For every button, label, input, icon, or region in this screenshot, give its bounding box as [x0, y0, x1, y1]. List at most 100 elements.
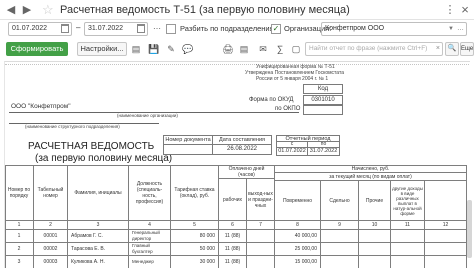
code-header: Код [303, 84, 343, 94]
okud-value: 0301010 [303, 95, 343, 105]
table-row-other-income [391, 243, 425, 256]
table-row-position: Главный бухгалтер [129, 243, 171, 256]
more-vert-icon[interactable]: ⋮ [443, 3, 457, 17]
doc-title-line1: РАСЧЕТНАЯ ВЕДОМОСТЬ [28, 141, 155, 152]
calendar-icon[interactable] [137, 24, 145, 33]
column-number: 11 [391, 221, 425, 230]
table-row-weekend [247, 256, 275, 268]
column-number: 1 [5, 221, 34, 230]
table-row-other [359, 230, 391, 243]
okud-label: Форма по ОКУД [249, 97, 294, 103]
period-select-icon[interactable]: ⋯ [150, 22, 164, 36]
table-row-tabnum: 00003 [34, 256, 68, 268]
column-number: 9 [321, 221, 359, 230]
organization-checkbox[interactable]: ✓ [271, 24, 281, 34]
more-button[interactable]: Еще [460, 42, 474, 56]
favorite-star-icon[interactable]: ☆ [42, 2, 54, 18]
column-number: 5 [171, 221, 219, 230]
table-row-days: 11 (88) [219, 256, 247, 268]
mail-icon[interactable]: ✉ [257, 42, 269, 56]
table-row-num: 1 [5, 230, 34, 243]
table-row-extra [425, 243, 467, 256]
search-input[interactable]: Найти отчет по фразе (нажмите Ctrl+F) × [305, 42, 443, 56]
table-row-name: Абрамов Г. С. [68, 230, 129, 243]
column-number: 3 [68, 221, 129, 230]
date-to-field[interactable]: 31.07.2022 [84, 22, 148, 36]
edit-icon[interactable]: ✎ [165, 42, 177, 56]
expand-icon[interactable]: ▢ [290, 42, 302, 56]
title-bar: ◀ ▶ ☆ Расчетная ведомость Т-51 (за перву… [0, 0, 474, 20]
window-title: Расчетная ведомость Т-51 (за первую поло… [60, 4, 350, 16]
table-row-extra [425, 256, 467, 268]
table-row-piecework [321, 256, 359, 268]
settings-label: Настройки... [80, 44, 124, 53]
organization-field[interactable]: Конфетпром ООО ▼ … [321, 22, 467, 36]
header-num: Номер по порядку [5, 165, 34, 221]
header-accrued: Начислено, руб. [275, 165, 467, 173]
column-number: 7 [247, 221, 275, 230]
forward-arrow-icon[interactable]: ▶ [20, 3, 34, 17]
date-from-field[interactable]: 01.07.2022 [8, 22, 72, 36]
settings-button[interactable]: Настройки... [77, 42, 127, 56]
table-row-rate: 80 000 [171, 230, 219, 243]
print-icon[interactable]: 🖨 [222, 42, 234, 56]
column-number: 10 [359, 221, 391, 230]
table-row-weekend [247, 230, 275, 243]
calendar-icon[interactable] [61, 24, 69, 33]
search-button[interactable]: 🔍 [445, 42, 459, 56]
organization-name: ООО "Конфетпром" [11, 103, 71, 110]
doc-date-value: 26.08.2022 [212, 144, 272, 155]
form-header-line3: России от 5 января 2004 г. № 1 [256, 76, 329, 82]
generate-button[interactable]: Сформировать [6, 42, 68, 56]
table-row-name: Куликова А. Н. [68, 256, 129, 268]
table-row-days: 11 (88) [219, 230, 247, 243]
department-caption: (наименование структурного подразделения… [25, 124, 120, 129]
chevron-down-icon[interactable]: ▼ [448, 23, 454, 35]
by-department-checkbox[interactable] [166, 24, 176, 34]
variants-icon[interactable]: ▤ [130, 42, 142, 56]
table-row-position: Менеджер [129, 256, 171, 268]
back-arrow-icon[interactable]: ◀ [4, 3, 18, 17]
header-name: Фамилия, инициалы [68, 165, 129, 221]
search-placeholder: Найти отчет по фразе (нажмите Ctrl+F) [309, 45, 428, 52]
sum-icon[interactable]: ∑ [274, 42, 286, 56]
header-piecework: Сдельно [321, 181, 359, 221]
organization-select-button[interactable]: … [457, 23, 464, 35]
header-other: Прочие [359, 181, 391, 221]
table-row-days: 11 (88) [219, 243, 247, 256]
header-tabnum: Табельный номер [34, 165, 68, 221]
preview-icon[interactable]: ▤ [238, 42, 250, 56]
header-other-income: другие доходы в виде различных выплат в … [391, 181, 425, 221]
header-workdays: рабочих [219, 179, 247, 221]
table-row-tabnum: 00001 [34, 230, 68, 243]
date-from-value: 01.07.2022 [12, 25, 48, 32]
organization-value: Конфетпром ООО [325, 25, 385, 32]
header-position: Должность (специаль-ность, профессия) [129, 165, 171, 221]
table-row-position: Генеральный директор [129, 230, 171, 243]
header-rate: Тарифная ставка (оклад), руб. [171, 165, 219, 221]
table-row-other-income [391, 230, 425, 243]
doc-number-value [163, 144, 213, 155]
table-row-hourly: 15 000,00 [275, 256, 321, 268]
comment-icon[interactable]: 💬 [182, 42, 194, 56]
column-number: 2 [34, 221, 68, 230]
table-row-piecework [321, 230, 359, 243]
save-icon[interactable]: 💾 [148, 42, 160, 56]
table-row-weekend [247, 243, 275, 256]
column-number: 12 [425, 221, 467, 230]
vertical-scrollbar[interactable] [467, 200, 472, 258]
date-separator: – [76, 23, 81, 32]
header-extra [425, 181, 467, 221]
table-row-rate: 30 000 [171, 256, 219, 268]
table-row-other [359, 243, 391, 256]
organization-caption: (наименование организации) [117, 113, 178, 118]
clear-icon[interactable]: × [436, 43, 440, 55]
close-button[interactable]: × [458, 3, 472, 17]
filter-row: 01.07.2022 – 31.07.2022 ⋯ Разбить по под… [0, 21, 474, 39]
header-hourly: Повременно [275, 181, 321, 221]
header-weekend: выход-ных и праздни-чных [247, 179, 275, 221]
doc-title-line2: (за первую половину месяца) [35, 153, 173, 164]
table-row-name: Тарасова Е. В. [68, 243, 129, 256]
report-document[interactable]: Унифицированная форма № Т-51 Утверждена … [4, 61, 470, 268]
by-department-label: Разбить по подразделениям [180, 24, 279, 33]
